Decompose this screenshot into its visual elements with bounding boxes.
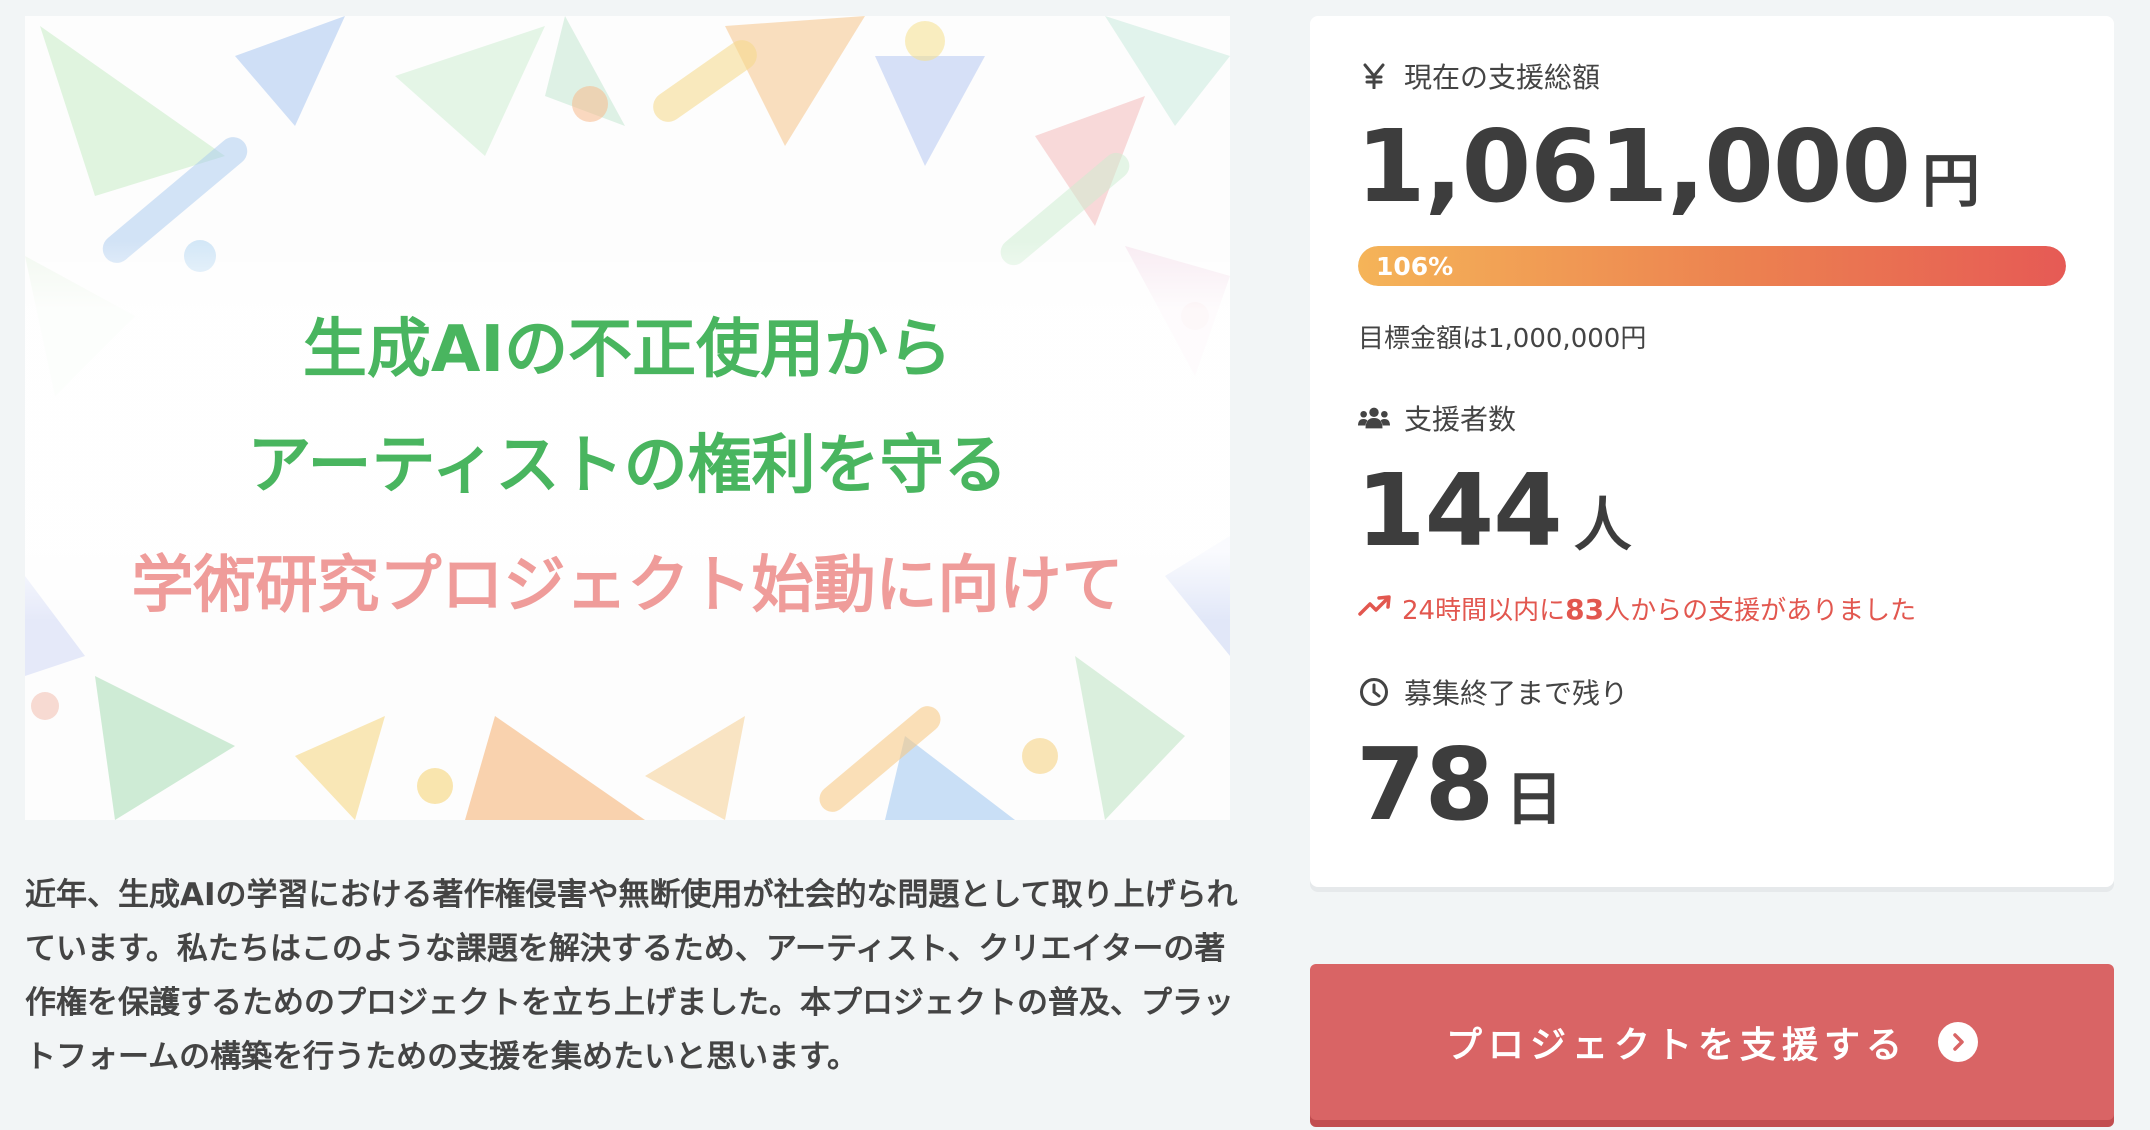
support-project-button[interactable]: プロジェクトを支援する [1310, 964, 2114, 1120]
total-amount-unit: 円 [1922, 147, 1981, 215]
remaining-days-value: 78 [1356, 726, 1494, 843]
funding-stats-card: 現在の支援総額 1,061,000 円 106% 目標金額は1,000,000円… [1310, 16, 2114, 887]
total-amount: 1,061,000 円 [1356, 108, 1980, 225]
funding-progress-percent: 106% [1376, 251, 1454, 281]
project-hero-image: 生成AIの不正使用から アーティストの権利を守る 学術研究プロジェクト始動に向け… [25, 16, 1230, 820]
remaining-days-label: 募集終了まで残り [1358, 672, 1628, 712]
total-amount-label: 現在の支援総額 [1358, 56, 1600, 96]
support-project-button-label: プロジェクトを支援する [1445, 1025, 1908, 1066]
yen-icon [1358, 63, 1390, 89]
remaining-days: 78 日 [1356, 726, 1563, 843]
people-icon [1358, 406, 1390, 430]
hero-title-line-3: 学術研究プロジェクト始動に向けて [131, 548, 1124, 621]
trending-up-icon [1358, 594, 1392, 624]
hero-title-line-2: アーティストの権利を守る [247, 429, 1008, 503]
remaining-days-label-text: 募集終了まで残り [1404, 677, 1629, 710]
funding-progress-fill: 106% [1358, 246, 2066, 286]
project-description: 近年、生成AIの学習における著作権侵害や無断使用が社会的な問題として取り上げられ… [25, 877, 1238, 1075]
remaining-days-unit: 日 [1505, 765, 1564, 833]
supporters-count: 144 人 [1356, 452, 1632, 569]
recent-supporters-suffix: 人からの支援がありました [1604, 596, 1917, 626]
supporters-label: 支援者数 [1358, 398, 1516, 438]
recent-supporters-count: 83 [1565, 593, 1605, 626]
funding-progress-bar: 106% [1358, 246, 2066, 286]
recent-supporters-note: 24時間以内に83人からの支援がありました [1358, 590, 1916, 627]
goal-amount-text: 目標金額は1,000,000円 [1358, 324, 1647, 354]
clock-icon [1358, 677, 1390, 707]
total-amount-label-text: 現在の支援総額 [1404, 61, 1601, 94]
total-amount-value: 1,061,000 [1356, 108, 1911, 225]
recent-supporters-prefix: 24時間以内に [1402, 596, 1566, 626]
supporters-label-text: 支援者数 [1404, 403, 1517, 436]
supporters-count-value: 144 [1356, 452, 1563, 569]
hero-title-line-1: 生成AIの不正使用から [302, 313, 953, 387]
chevron-right-circle-icon [1938, 1022, 1978, 1062]
supporters-count-unit: 人 [1573, 491, 1632, 559]
